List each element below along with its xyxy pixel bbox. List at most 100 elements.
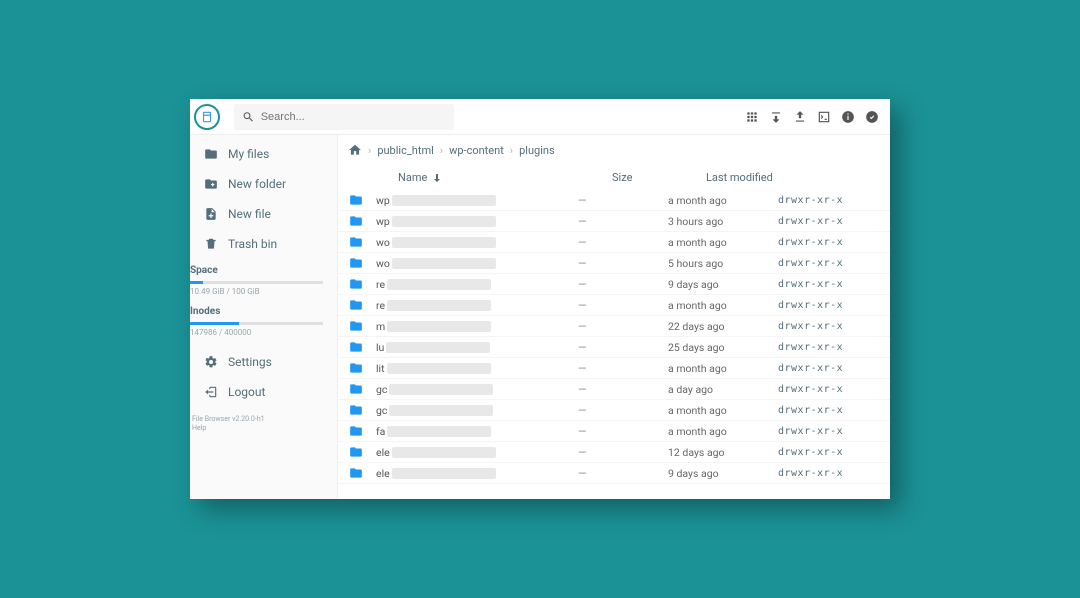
table-row[interactable]: wo—a month agodrwxr-xr-x [338,232,890,253]
table-row[interactable]: ele—9 days agodrwxr-xr-x [338,463,890,484]
sidebar-item-new-file[interactable]: New file [190,199,337,229]
folder-icon [348,319,364,333]
chevron-right-icon: › [510,144,513,157]
redacted-name [386,342,490,353]
upload-button[interactable] [792,109,808,125]
column-modified[interactable]: Last modified [706,171,816,184]
file-modified-cell: a month ago [668,404,778,417]
file-name-cell: re [348,277,578,291]
app-version: File Browser v2.20.0-h1 Help [190,407,337,435]
redacted-name [392,237,496,248]
main-panel: › public_html › wp-content › plugins Nam… [338,135,890,499]
table-row[interactable]: fa—a month agodrwxr-xr-x [338,421,890,442]
table-row[interactable]: lit—a month agodrwxr-xr-x [338,358,890,379]
redacted-name [389,405,493,416]
file-size-cell: — [578,215,668,228]
table-row[interactable]: m—22 days agodrwxr-xr-x [338,316,890,337]
file-name-cell: re [348,298,578,312]
download-button[interactable] [768,109,784,125]
sidebar-item-my-files[interactable]: My files [190,139,337,169]
space-label: Space [190,259,337,278]
select-button[interactable] [864,109,880,125]
table-row[interactable]: re—a month agodrwxr-xr-x [338,295,890,316]
table-row[interactable]: wp—a month agodrwxr-xr-x [338,190,890,211]
column-size[interactable]: Size [612,171,702,184]
file-size-cell: — [578,236,668,249]
breadcrumb-segment[interactable]: wp-content [449,144,504,157]
file-permissions-cell: drwxr-xr-x [778,300,876,311]
info-button[interactable] [840,109,856,125]
file-name-prefix: lu [376,341,384,354]
folder-icon [348,361,364,375]
redacted-name [387,426,491,437]
column-name[interactable]: Name [398,171,608,184]
file-name-cell: wo [348,235,578,249]
sidebar-item-settings[interactable]: Settings [190,347,337,377]
file-size-cell: — [578,299,668,312]
inodes-progress: 147986 / 400000 [190,319,337,341]
folder-icon [348,403,364,417]
file-name-prefix: fa [376,425,385,438]
logout-icon [204,385,218,399]
file-name-cell: ele [348,466,578,480]
file-permissions-cell: drwxr-xr-x [778,447,876,458]
file-permissions-cell: drwxr-xr-x [778,342,876,353]
file-size-cell: — [578,467,668,480]
shell-button[interactable] [816,109,832,125]
file-modified-cell: a month ago [668,362,778,375]
sort-down-icon [431,172,443,184]
file-modified-cell: a day ago [668,383,778,396]
file-name-prefix: wo [376,257,390,270]
file-size-cell: — [578,320,668,333]
create-file-icon [204,207,218,221]
table-row[interactable]: wp—3 hours agodrwxr-xr-x [338,211,890,232]
redacted-name [392,468,496,479]
home-icon[interactable] [348,143,362,157]
search-box[interactable] [234,104,454,130]
space-text: 10.49 GiB / 100 GiB [190,287,323,300]
app-header [190,99,890,135]
file-name-cell: wo [348,256,578,270]
file-modified-cell: a month ago [668,425,778,438]
breadcrumb[interactable]: › public_html › wp-content › plugins [338,135,890,165]
app-logo[interactable] [194,104,220,130]
breadcrumb-segment[interactable]: public_html [377,144,433,157]
file-list[interactable]: wp—a month agodrwxr-xr-xwp—3 hours agodr… [338,190,890,499]
file-permissions-cell: drwxr-xr-x [778,258,876,269]
file-name-prefix: ele [376,446,390,459]
file-size-cell: — [578,383,668,396]
file-modified-cell: 12 days ago [668,446,778,459]
table-row[interactable]: ele—12 days agodrwxr-xr-x [338,442,890,463]
sidebar-item-label: Settings [228,355,272,369]
table-row[interactable]: lu—25 days agodrwxr-xr-x [338,337,890,358]
file-name-prefix: wo [376,236,390,249]
file-modified-cell: 3 hours ago [668,215,778,228]
table-row[interactable]: wo—5 hours agodrwxr-xr-x [338,253,890,274]
redacted-name [387,279,491,290]
create-folder-icon [204,177,218,191]
file-name-cell: wp [348,193,578,207]
file-browser-window: My files New folder New file Trash bin S… [190,99,890,499]
file-name-cell: wp [348,214,578,228]
file-permissions-cell: drwxr-xr-x [778,321,876,332]
breadcrumb-segment[interactable]: plugins [519,144,555,157]
folder-icon [348,214,364,228]
file-permissions-cell: drwxr-xr-x [778,237,876,248]
file-name-prefix: re [376,278,385,291]
sidebar-item-new-folder[interactable]: New folder [190,169,337,199]
sidebar-item-label: My files [228,147,269,161]
file-modified-cell: 5 hours ago [668,257,778,270]
sidebar-item-trash[interactable]: Trash bin [190,229,337,259]
view-grid-button[interactable] [744,109,760,125]
table-header: Name Size Last modified [338,165,890,190]
file-permissions-cell: drwxr-xr-x [778,426,876,437]
file-modified-cell: 25 days ago [668,341,778,354]
search-input[interactable] [261,111,446,123]
sidebar-item-logout[interactable]: Logout [190,377,337,407]
folder-icon [348,445,364,459]
table-row[interactable]: re—9 days agodrwxr-xr-x [338,274,890,295]
redacted-name [392,195,496,206]
file-permissions-cell: drwxr-xr-x [778,279,876,290]
table-row[interactable]: gc—a day agodrwxr-xr-x [338,379,890,400]
table-row[interactable]: gc—a month agodrwxr-xr-x [338,400,890,421]
